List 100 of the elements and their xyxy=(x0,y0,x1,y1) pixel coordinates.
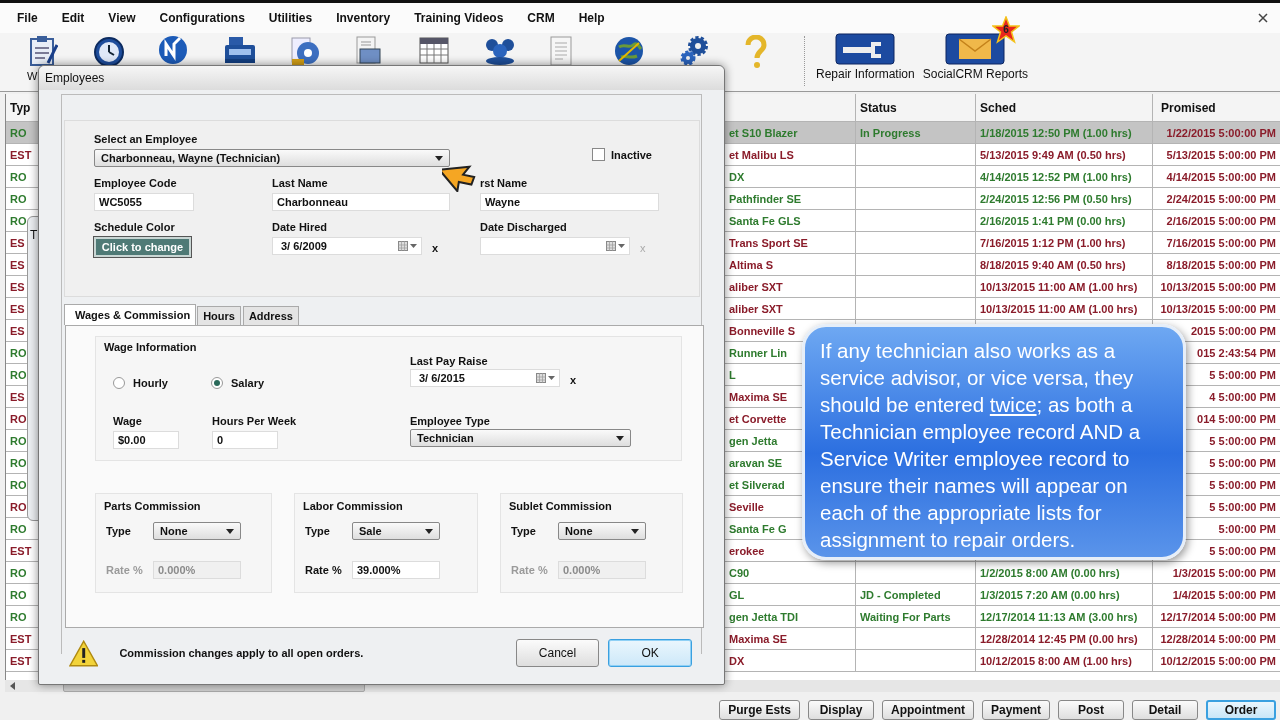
tab[interactable]: Wages & Commission xyxy=(64,304,197,325)
toolbar-label: W xyxy=(27,70,38,82)
clear-button[interactable]: x xyxy=(432,238,439,254)
date-field[interactable]: 3/ 6/2015 xyxy=(410,369,560,387)
column-header[interactable]: Status xyxy=(856,94,976,121)
action-button[interactable]: Payment xyxy=(981,700,1050,720)
group-title: Wage Information xyxy=(104,341,198,353)
field-label: Schedule Color xyxy=(94,221,176,235)
menu-item[interactable]: Edit xyxy=(54,11,92,25)
employee-dropdown[interactable]: Charbonneau, Wayne (Technician) xyxy=(94,149,450,167)
toolbar-button[interactable]: Repair Information xyxy=(812,33,919,81)
action-button[interactable]: Detail xyxy=(1132,700,1198,720)
input-field[interactable]: Charbonneau xyxy=(272,193,450,211)
field-label: Last Pay Raise xyxy=(410,355,489,369)
field-label: Employee Code xyxy=(94,177,178,191)
calendar-icon xyxy=(536,373,546,383)
radio-button[interactable] xyxy=(211,377,223,389)
table-cell: RO xyxy=(10,456,27,469)
field-label: Type xyxy=(511,525,537,537)
table-cell: DX xyxy=(729,170,745,183)
menu-item[interactable]: Help xyxy=(571,11,612,25)
table-cell: EST xyxy=(10,148,32,161)
type-dropdown[interactable]: Sale xyxy=(352,522,440,540)
table-cell: 8/18/2015 5:00:00 PM xyxy=(1166,258,1276,271)
field-label: Employee Type xyxy=(410,415,491,429)
action-button[interactable]: Appointment xyxy=(881,700,974,720)
group-title: Labor Commission xyxy=(303,500,404,512)
clear-button[interactable]: x xyxy=(570,370,577,386)
gears-icon[interactable] xyxy=(678,35,710,67)
action-button[interactable]: Post xyxy=(1058,700,1124,720)
table-cell: GL xyxy=(729,588,745,601)
caret-icon xyxy=(616,435,624,441)
table-cell: Santa Fe GLS xyxy=(729,214,801,227)
input-field[interactable]: $0.00 xyxy=(113,431,179,449)
menu-item[interactable]: CRM xyxy=(520,11,562,25)
table-cell: 12/17/2014 5:00:00 PM xyxy=(1160,610,1276,623)
calendar-icon xyxy=(606,241,616,251)
table-cell: 10/12/2015 8:00 AM (1.00 hrs) xyxy=(980,654,1132,667)
table-cell: 12/17/2014 11:13 AM (3.00 hrs) xyxy=(980,610,1138,623)
caret-icon xyxy=(435,155,443,161)
column-header[interactable]: Promised xyxy=(1153,94,1280,121)
table-cell: 7/16/2015 5:00:00 PM xyxy=(1166,236,1276,249)
column-header[interactable]: Sched xyxy=(976,94,1153,121)
clipboard-icon[interactable] xyxy=(28,35,58,67)
table-cell: gen Jetta xyxy=(729,434,778,447)
table-cell: Altima S xyxy=(729,258,773,271)
table-cell: ES xyxy=(10,324,25,337)
globe-icon[interactable] xyxy=(613,35,645,67)
action-button[interactable]: Display xyxy=(807,700,874,720)
scroll-left-icon[interactable] xyxy=(9,682,17,690)
disc-icon[interactable] xyxy=(288,35,320,67)
table-cell: RO xyxy=(10,126,27,139)
menu-item[interactable]: File xyxy=(10,11,45,25)
table-cell: RO xyxy=(10,588,27,601)
table-cell: 8/18/2015 9:40 AM (0.50 hrs) xyxy=(980,258,1126,271)
input-field[interactable]: WC5055 xyxy=(94,193,194,211)
menu-item[interactable]: Training Videos xyxy=(407,11,511,25)
table-cell: gen Jetta TDI xyxy=(729,610,799,623)
table-cell: 7/16/2015 1:12 PM (1.00 hrs) xyxy=(980,236,1126,249)
table-cell: 10/13/2015 5:00:00 PM xyxy=(1160,280,1276,293)
radio-label: Salary xyxy=(231,377,265,389)
field-label: Type xyxy=(305,525,331,537)
date-field[interactable]: 3/ 6/2009 xyxy=(272,237,422,255)
table-cell: 4/14/2015 5:00:00 PM xyxy=(1166,170,1276,183)
color-button[interactable]: Click to change xyxy=(94,237,191,257)
caret-icon xyxy=(631,528,639,534)
menu-item[interactable]: Utilities xyxy=(261,11,320,25)
dialog-button[interactable]: Cancel xyxy=(515,639,600,667)
menu-item[interactable]: Inventory xyxy=(329,11,398,25)
document-stack-icon[interactable] xyxy=(353,35,381,67)
tab[interactable]: Address xyxy=(242,306,299,325)
table-cell: ES xyxy=(10,390,25,403)
action-button[interactable]: Purge Ests xyxy=(719,700,800,720)
menu-item[interactable]: Configurations xyxy=(152,11,252,25)
close-icon[interactable] xyxy=(1258,13,1268,23)
table-cell: C90 xyxy=(729,566,750,579)
table-cell: Pathfinder SE xyxy=(729,192,802,205)
table-cell: et S10 Blazer xyxy=(729,126,798,139)
radio-label: Hourly xyxy=(133,377,168,389)
calendar-icon[interactable] xyxy=(418,35,450,65)
input-field[interactable]: 0 xyxy=(212,431,278,449)
dialog-button[interactable]: OK xyxy=(608,639,692,667)
tab[interactable]: Hours xyxy=(197,306,241,325)
cash-register-icon[interactable] xyxy=(223,35,257,65)
checkbox-label: Inactive xyxy=(611,148,652,161)
input-field[interactable]: Wayne xyxy=(480,193,659,211)
table-cell: RO xyxy=(10,412,27,425)
table-cell: 1/18/2015 12:50 PM (1.00 hrs) xyxy=(980,126,1132,139)
action-button[interactable]: Order xyxy=(1206,700,1276,720)
menu-item[interactable]: View xyxy=(101,11,143,25)
table-cell: 5 5:00:00 PM xyxy=(1209,500,1276,513)
radio-button[interactable] xyxy=(113,377,125,389)
table-cell: 4/14/2015 12:52 PM (1.00 hrs) xyxy=(980,170,1132,183)
date-field[interactable] xyxy=(480,237,630,255)
employee-type-dropdown[interactable]: Technician xyxy=(410,429,631,447)
table-cell: 10/13/2015 11:00 AM (1.00 hrs) xyxy=(980,302,1138,315)
table-cell: 12/28/2014 12:45 PM (0.00 hrs) xyxy=(980,632,1138,645)
calendar-icon xyxy=(398,241,408,251)
rate-field[interactable]: 39.000% xyxy=(352,561,440,579)
table-cell: 4 5:00:00 PM xyxy=(1209,390,1276,403)
